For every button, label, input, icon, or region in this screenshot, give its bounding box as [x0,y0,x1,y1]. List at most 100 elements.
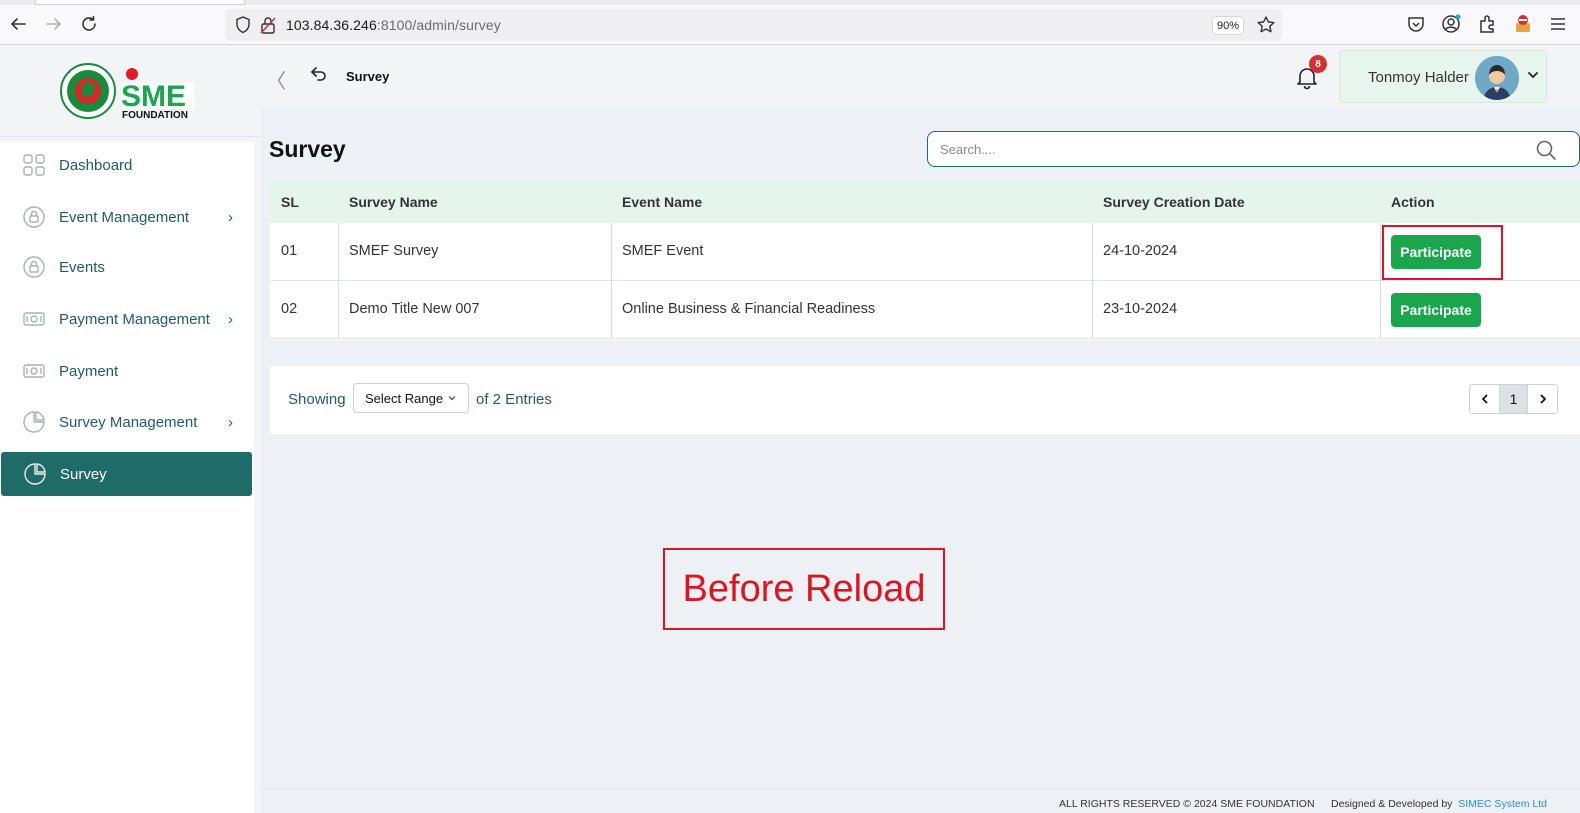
chevron-left-icon [1481,394,1488,404]
sidebar-item-label: Dashboard [59,156,133,174]
menu-icon[interactable] [1547,13,1569,35]
prev-page-button[interactable] [1470,385,1499,413]
sidebar-item-payment[interactable]: Payment [0,349,252,393]
table-header: SL Survey Name Event Name Survey Creatio… [270,181,1580,223]
sidebar-item-label: Event Management [59,208,190,226]
pocket-icon[interactable] [1405,13,1427,35]
user-name: Tonmoy Halder [1368,69,1469,86]
notification-badge: 8 [1309,55,1327,73]
participate-button[interactable]: Participate [1391,293,1481,327]
developer-link[interactable]: SIMEC System Ltd [1458,798,1547,810]
chevron-right-icon [1539,394,1546,404]
chevron-right-icon: › [228,208,233,226]
cell-creation-date: 24-10-2024 [1103,243,1178,259]
annotation-highlight-box [1382,225,1503,280]
extensions-icon[interactable] [1476,13,1498,35]
next-page-button[interactable] [1528,385,1557,413]
lock-circle-icon [23,206,45,228]
column-divider [1092,223,1093,339]
table-row: 02 Demo Title New 007 Online Business & … [270,281,1580,339]
reload-icon[interactable] [78,13,100,35]
cell-sl: 02 [281,301,298,317]
account-icon[interactable] [1440,13,1462,35]
url-host: 103.84.36.246 [286,17,377,33]
sidebar-item-label: Payment Management [59,310,210,328]
sme-foundation-logo[interactable]: SME FOUNDATION [58,61,198,121]
pie-chart-icon [24,463,46,485]
sidebar: SME FOUNDATION Dashboard Event Managemen… [0,45,261,813]
sidebar-item-survey-management[interactable]: Survey Management › [0,400,252,444]
sidebar-item-label: Survey [60,465,107,483]
sidebar-item-dashboard[interactable]: Dashboard [0,143,252,187]
annotation-text: Before Reload [682,567,926,610]
sidebar-item-survey[interactable]: Survey [1,452,252,496]
range-select-value: Select Range [365,390,444,406]
main-content: Survey SL Survey Name Event Name Survey … [261,108,1580,788]
browser-toolbar: 103.84.36.246:8100/admin/survey 90% [0,0,1580,45]
forward-icon[interactable] [43,13,65,35]
designed-by-label: Designed & Developed by [1331,798,1453,810]
sidebar-item-label: Survey Management [59,413,198,431]
sidebar-menu: Dashboard Event Management › Events Paym… [0,142,254,813]
bookmark-star-icon[interactable] [1255,14,1277,36]
cell-sl: 01 [281,243,298,259]
column-divider [1380,223,1381,339]
column-header-sl: SL [281,194,299,210]
url-text[interactable]: 103.84.36.246:8100/admin/survey [286,17,501,33]
avatar [1475,56,1519,100]
insecure-lock-icon[interactable] [259,15,277,35]
grid-icon [23,154,45,176]
search-input[interactable] [940,139,1500,159]
browser-tab[interactable] [35,0,245,5]
showing-label: Showing [288,391,346,408]
search-icon[interactable] [1534,138,1558,162]
logo-area: SME FOUNDATION [0,45,261,137]
sidebar-item-event-management[interactable]: Event Management › [0,195,252,239]
logo-subtext: FOUNDATION [122,110,188,121]
search-box[interactable] [927,131,1580,167]
sidebar-collapse-button[interactable]: 〈 [266,65,286,94]
column-header-creation-date: Survey Creation Date [1103,194,1245,210]
page-footer: ALL RIGHTS RESERVED © 2024 SME FOUNDATIO… [261,788,1580,813]
column-header-event-name: Event Name [622,194,703,210]
chevron-down-icon [448,396,456,401]
chevron-right-icon: › [228,413,233,431]
chevron-right-icon: › [228,310,233,328]
sidebar-item-label: Payment [59,362,119,380]
annotation-box: Before Reload [663,548,945,630]
column-header-action: Action [1391,194,1435,210]
cell-event-name: Online Business & Financial Readiness [622,301,876,317]
money-icon [23,312,45,326]
sidebar-item-payment-management[interactable]: Payment Management › [0,297,252,341]
lock-circle-icon [23,256,45,278]
pagination-bar: Showing Select Range of 2 Entries 1 [270,366,1580,434]
pager: 1 [1469,384,1558,414]
top-header: 〈 Survey 8 Tonmoy Halder [261,45,1580,108]
back-arrow-icon[interactable] [309,64,329,84]
sidebar-item-events[interactable]: Events [0,245,252,289]
cell-creation-date: 23-10-2024 [1103,301,1178,317]
column-header-survey-name: Survey Name [349,194,438,210]
sidebar-item-label: Events [59,258,105,276]
cell-survey-name: Demo Title New 007 [349,301,480,317]
url-path: :8100/admin/survey [376,17,501,33]
user-menu[interactable]: Tonmoy Halder [1339,50,1547,103]
column-divider [611,223,612,339]
url-bar[interactable]: 103.84.36.246:8100/admin/survey 90% [225,9,1282,41]
cell-survey-name: SMEF Survey [349,243,439,259]
entries-label: of 2 Entries [476,391,552,408]
zoom-level-badge[interactable]: 90% [1212,16,1244,35]
logo-text: SME [121,80,186,113]
page-title: Survey [269,136,346,162]
column-divider [338,223,339,339]
chevron-down-icon[interactable] [1526,68,1540,82]
pie-chart-icon [23,411,45,433]
page-number-button[interactable]: 1 [1499,385,1528,413]
shield-icon[interactable] [233,15,253,35]
breadcrumb-title: Survey [346,69,390,84]
extension-addon-icon[interactable] [1512,13,1534,35]
range-select[interactable]: Select Range [353,383,469,413]
designed-by-text: Designed & Developed by SIMEC System Ltd [1331,798,1547,810]
cell-event-name: SMEF Event [622,243,704,259]
back-icon[interactable] [7,13,29,35]
